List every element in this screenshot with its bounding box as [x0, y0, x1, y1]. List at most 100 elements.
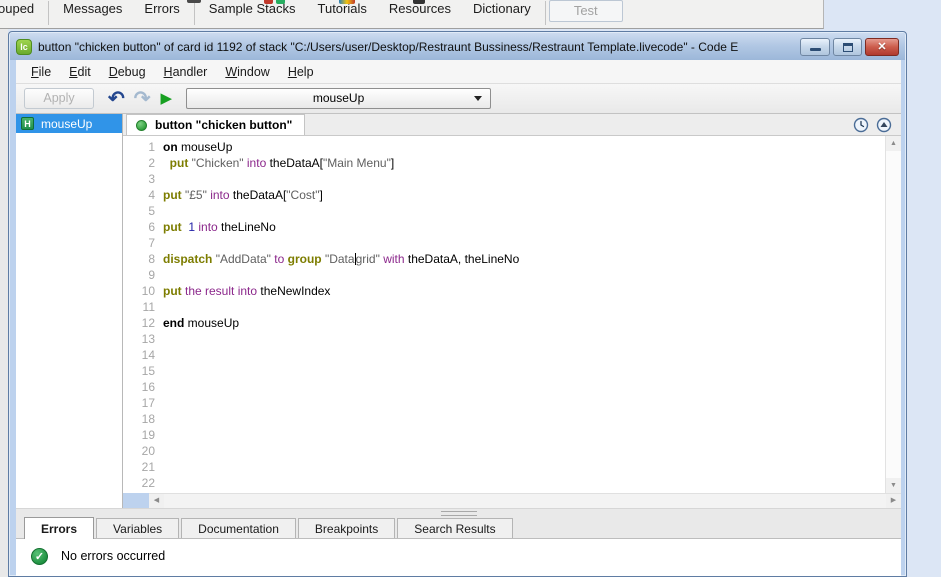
- menu-debug[interactable]: Debug: [100, 63, 155, 81]
- line-number: 21: [123, 459, 163, 475]
- line-text: end mouseUp: [163, 315, 239, 331]
- code-line[interactable]: 16: [123, 379, 885, 395]
- code-line[interactable]: 14: [123, 347, 885, 363]
- status-message: No errors occurred: [61, 549, 165, 563]
- pane-splitter[interactable]: [16, 508, 901, 517]
- scroll-left-icon[interactable]: ◀: [149, 494, 164, 508]
- code-line[interactable]: 18: [123, 411, 885, 427]
- close-button[interactable]: ✕: [865, 38, 899, 56]
- line-text: put 1 into theLineNo: [163, 219, 276, 235]
- toolbar-separator: [48, 1, 49, 25]
- line-text: dispatch "AddData" to group "Datagrid" w…: [163, 251, 519, 267]
- window-titlebar[interactable]: lc button "chicken button" of card id 11…: [10, 33, 905, 60]
- line-number: 8: [123, 251, 163, 267]
- code-line[interactable]: 21: [123, 459, 885, 475]
- maximize-button[interactable]: [833, 38, 862, 56]
- code-line[interactable]: 5: [123, 203, 885, 219]
- screen: oupedMessagesErrorsSample StacksTutorial…: [0, 0, 941, 577]
- editor-toolbar: Apply ↶ ↷ ▶ mouseUp: [16, 84, 901, 114]
- code-editor-window: lc button "chicken button" of card id 11…: [8, 31, 907, 577]
- line-number: 5: [123, 203, 163, 219]
- menu-window[interactable]: Window: [216, 63, 278, 81]
- line-text: put the result into theNewIndex: [163, 283, 330, 299]
- code-line[interactable]: 19: [123, 427, 885, 443]
- window-title: button "chicken button" of card id 1192 …: [38, 40, 738, 54]
- redo-icon[interactable]: ↷: [134, 89, 151, 109]
- cutoff-icon: [339, 0, 355, 4]
- code-line[interactable]: 2 put "Chicken" into theDataA["Main Menu…: [123, 155, 885, 171]
- script-tab-label: button "chicken button": [155, 118, 292, 132]
- collapse-up-icon[interactable]: [876, 117, 892, 133]
- code-line[interactable]: 6put 1 into theLineNo: [123, 219, 885, 235]
- menu-file[interactable]: File: [22, 63, 60, 81]
- code-line[interactable]: 9: [123, 267, 885, 283]
- code-line[interactable]: 3: [123, 171, 885, 187]
- background-strip: [0, 29, 8, 577]
- tab-variables[interactable]: Variables: [96, 518, 179, 538]
- line-number: 2: [123, 155, 163, 171]
- vertical-scrollbar[interactable]: ▲ ▼: [885, 136, 901, 493]
- menu-edit[interactable]: Edit: [60, 63, 100, 81]
- cutoff-icon: [187, 0, 201, 3]
- scroll-up-icon[interactable]: ▲: [886, 136, 901, 151]
- run-icon[interactable]: ▶: [161, 90, 173, 108]
- toolbar-item-messages[interactable]: Messages: [52, 1, 133, 17]
- code-line[interactable]: 8dispatch "AddData" to group "Datagrid" …: [123, 251, 885, 267]
- tab-breakpoints[interactable]: Breakpoints: [298, 518, 395, 538]
- code-line[interactable]: 20: [123, 443, 885, 459]
- chevron-down-icon: [474, 96, 482, 101]
- code-line[interactable]: 7: [123, 235, 885, 251]
- window-controls: ✕: [797, 38, 899, 56]
- undo-icon[interactable]: ↶: [108, 89, 125, 109]
- line-text: put "£5" into theDataA["Cost"]: [163, 187, 323, 203]
- success-check-icon: ✓: [31, 548, 48, 565]
- tabstrip-icons: [853, 114, 901, 135]
- line-number: 13: [123, 331, 163, 347]
- line-text: on mouseUp: [163, 139, 232, 155]
- history-clock-icon[interactable]: [853, 117, 869, 133]
- handler-label: mouseUp: [41, 117, 92, 131]
- apply-button[interactable]: Apply: [24, 88, 94, 109]
- line-number: 20: [123, 443, 163, 459]
- tab-errors[interactable]: Errors: [24, 517, 94, 539]
- line-number: 11: [123, 299, 163, 315]
- handler-icon: H: [21, 117, 34, 130]
- line-number: 3: [123, 171, 163, 187]
- line-number: 17: [123, 395, 163, 411]
- horizontal-scrollbar[interactable]: ◀ ▶: [149, 493, 901, 508]
- minimize-button[interactable]: [800, 38, 830, 56]
- toolbar-item-ouped[interactable]: ouped: [0, 1, 45, 17]
- code-line[interactable]: 15: [123, 363, 885, 379]
- toolbar-item-dictionary[interactable]: Dictionary: [462, 1, 542, 17]
- toolbar-item-sample-stacks[interactable]: Sample Stacks: [198, 1, 307, 17]
- close-icon: ✕: [866, 40, 898, 53]
- menu-handler[interactable]: Handler: [155, 63, 217, 81]
- line-number: 18: [123, 411, 163, 427]
- code-line[interactable]: 4put "£5" into theDataA["Cost"]: [123, 187, 885, 203]
- tab-search-results[interactable]: Search Results: [397, 518, 512, 538]
- cutoff-icon: [276, 0, 285, 4]
- scroll-down-icon[interactable]: ▼: [886, 478, 901, 493]
- main-toolbar: oupedMessagesErrorsSample StacksTutorial…: [0, 0, 824, 29]
- code-line[interactable]: 22: [123, 475, 885, 491]
- code-line[interactable]: 13: [123, 331, 885, 347]
- cutoff-icon: [264, 0, 273, 4]
- code-line[interactable]: 10put the result into theNewIndex: [123, 283, 885, 299]
- code-line[interactable]: 1on mouseUp: [123, 139, 885, 155]
- script-tab[interactable]: button "chicken button": [126, 114, 305, 135]
- splitter-grip: [441, 511, 477, 516]
- code-line[interactable]: 12end mouseUp: [123, 315, 885, 331]
- toolbar-item-errors[interactable]: Errors: [133, 1, 190, 17]
- scroll-right-icon[interactable]: ▶: [886, 494, 901, 508]
- code-line[interactable]: 11: [123, 299, 885, 315]
- cutoff-icon: [413, 0, 425, 4]
- main-toolbar-items: oupedMessagesErrorsSample StacksTutorial…: [0, 1, 623, 25]
- handler-dropdown[interactable]: mouseUp: [186, 88, 491, 109]
- tab-documentation[interactable]: Documentation: [181, 518, 296, 538]
- line-number: 1: [123, 139, 163, 155]
- menu-help[interactable]: Help: [279, 63, 323, 81]
- handler-item-mouseUp[interactable]: HmouseUp: [16, 114, 122, 133]
- code-line[interactable]: 17: [123, 395, 885, 411]
- script-text[interactable]: 1on mouseUp2 put "Chicken" into theDataA…: [123, 136, 885, 493]
- toolbar-item-test: Test: [549, 0, 623, 22]
